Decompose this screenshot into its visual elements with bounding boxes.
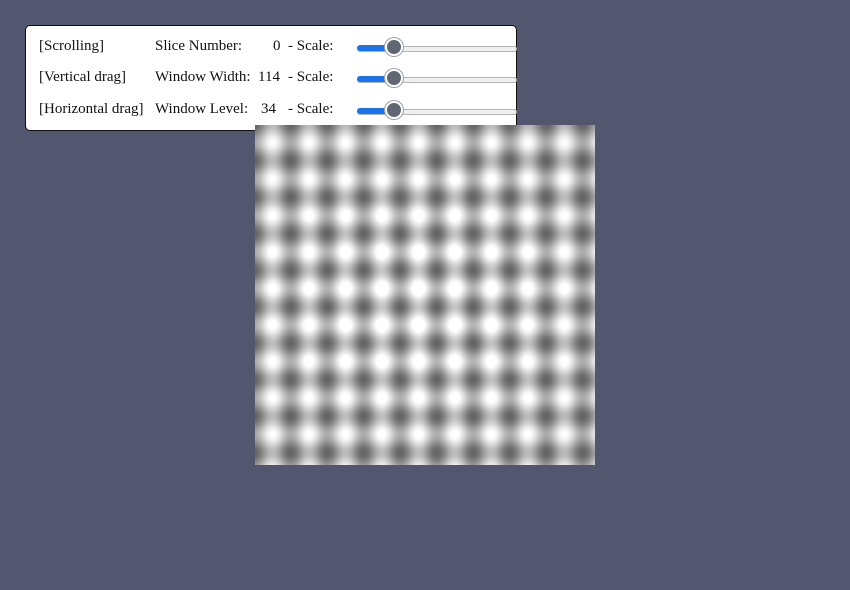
width-scale-slider[interactable]: [357, 69, 517, 87]
slice-number-value: 0: [273, 38, 281, 54]
slider-thumb[interactable]: [385, 69, 403, 87]
level-scale-slider[interactable]: [357, 101, 517, 119]
level-scale-label: - Scale:: [288, 101, 334, 117]
vertical-drag-mode-label: [Vertical drag]: [39, 69, 127, 85]
window-width-value: 114: [258, 69, 280, 85]
scrolling-mode-label: [Scrolling]: [39, 38, 104, 54]
horizontal-drag-mode-label: [Horizontal drag]: [39, 101, 144, 117]
slice-number-label: Slice Number:: [155, 38, 243, 54]
window-level-label: Window Level:: [155, 101, 249, 117]
window-width-label: Window Width:: [155, 69, 251, 85]
slice-scale-slider[interactable]: [357, 38, 517, 56]
slider-thumb[interactable]: [385, 38, 403, 56]
image-viewport[interactable]: [255, 125, 595, 465]
control-panel: [Scrolling] Slice Number: 0 - Scale: [Ve…: [25, 25, 517, 131]
slider-thumb[interactable]: [385, 101, 403, 119]
window-level-value: 34: [261, 101, 276, 117]
width-scale-label: - Scale:: [288, 69, 334, 85]
slice-scale-label: - Scale:: [288, 38, 334, 54]
page: [Scrolling] Slice Number: 0 - Scale: [Ve…: [0, 0, 850, 590]
